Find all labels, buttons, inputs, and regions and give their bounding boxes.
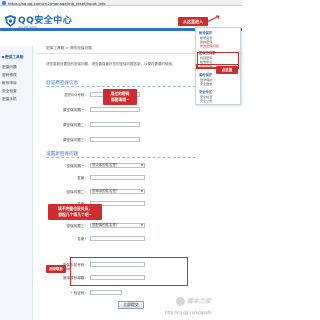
menu-item-reset-question[interactable]: 修改密保问题 bbox=[200, 43, 219, 48]
arrow-icon bbox=[66, 268, 71, 270]
question-label: 密保问题二： bbox=[66, 190, 88, 194]
chevron-down-icon: ▼ bbox=[140, 223, 143, 227]
sidebar-item-phone[interactable]: 密保手机 bbox=[2, 96, 32, 102]
answer-label: 答案： bbox=[77, 237, 88, 241]
shield-icon bbox=[5, 15, 16, 27]
annotation-click-here: 点这里 bbox=[216, 66, 238, 74]
sidebar-item-label: 密保问题 bbox=[2, 65, 17, 69]
old-answer-1-input[interactable] bbox=[90, 107, 140, 112]
submit-button[interactable]: 立即提交 bbox=[118, 301, 144, 309]
sidebar-item-question[interactable]: 密保问题 bbox=[2, 64, 32, 70]
select-value: 您配偶的姓名是？ bbox=[92, 223, 120, 227]
sidebar-item-check[interactable]: 安全检查 bbox=[2, 88, 32, 94]
sidebar-item-label: 安全检查 bbox=[2, 89, 17, 93]
lock-icon bbox=[2, 1, 6, 5]
watermark-brand: 脚本之家 bbox=[187, 298, 212, 305]
old-answer-3-input[interactable] bbox=[90, 137, 140, 142]
sidebar-item-label: 密保手机 bbox=[2, 97, 17, 101]
answer-3-input[interactable] bbox=[90, 236, 145, 241]
field-label: 原密保问题一： bbox=[62, 108, 88, 112]
annotation-memory-hint: 用过的密码 都要填哦~ bbox=[103, 89, 137, 105]
chevron-down-icon: ▼ bbox=[140, 163, 143, 167]
highlight-frame bbox=[70, 257, 188, 286]
sidebar-item-label: 密码修改 bbox=[2, 73, 17, 77]
question-label: 密保问题一： bbox=[66, 164, 88, 168]
annotation-fields-hint: 用来联系 bbox=[46, 265, 66, 273]
old-answer-2-input[interactable] bbox=[90, 122, 140, 127]
answer-label: 答案： bbox=[77, 176, 88, 180]
captcha-input[interactable] bbox=[90, 290, 122, 295]
menu-item[interactable]: 安全公告 bbox=[200, 98, 212, 103]
select-value: 您父亲的姓名是？ bbox=[92, 163, 120, 167]
arrow-icon bbox=[206, 15, 220, 23]
question-1-select[interactable]: 您父亲的姓名是？ ▼ bbox=[90, 163, 145, 168]
chevron-down-icon: ▼ bbox=[140, 189, 143, 193]
watermark-logo-icon bbox=[176, 297, 185, 306]
field-label: * 验证码： bbox=[70, 291, 88, 295]
field-label: 您的QQ号码： bbox=[64, 93, 88, 97]
select-value: 您母亲的姓名是？ bbox=[92, 189, 120, 193]
question-2-select[interactable]: 您母亲的姓名是？ ▼ bbox=[90, 189, 145, 194]
field-label: 原密保问题二： bbox=[62, 123, 88, 127]
watermark-url: http://cq.qq.com/jqsafe bbox=[165, 310, 212, 315]
intro-text: 请您重新设置您的密保问题，请妥善保管好您的密保问题答案，以便在需要时使用。 bbox=[46, 62, 176, 66]
sidebar-item-password[interactable]: 密码修改 bbox=[2, 72, 32, 78]
answer-1-input[interactable] bbox=[90, 175, 145, 180]
sidebar-item-toolbox[interactable]: 密保工具箱 bbox=[2, 54, 32, 60]
sidebar: 密保工具箱 密保问题 密码修改 帐号申诉 安全检查 密保手机 bbox=[0, 46, 33, 320]
question-3-select[interactable]: 您配偶的姓名是？ ▼ bbox=[90, 223, 145, 228]
section-title-reset: 设置新密保问题 bbox=[46, 151, 196, 158]
sidebar-item-label: 密保工具箱 bbox=[5, 55, 24, 59]
section-title-verify: 验证原密保信息 bbox=[46, 80, 196, 87]
sidebar-item-label: 帐号申诉 bbox=[2, 81, 17, 85]
bullet-icon bbox=[2, 56, 4, 58]
breadcrumb: 密保工具箱 > 修改密保问题 bbox=[46, 46, 92, 50]
annotation-question-hint: 填不完整也没关系， 想起几个填几个吧~ bbox=[48, 204, 102, 220]
annotation-enter-here: 从这里进入 bbox=[178, 17, 208, 26]
field-label: 原密保问题三： bbox=[62, 138, 88, 142]
question-label: 密保问题三： bbox=[66, 224, 88, 228]
menu-item[interactable]: 安全登录 bbox=[200, 81, 212, 86]
sidebar-item-appeal[interactable]: 帐号申诉 bbox=[2, 80, 32, 86]
logo-subtitle: aq.qq.com bbox=[18, 25, 38, 29]
